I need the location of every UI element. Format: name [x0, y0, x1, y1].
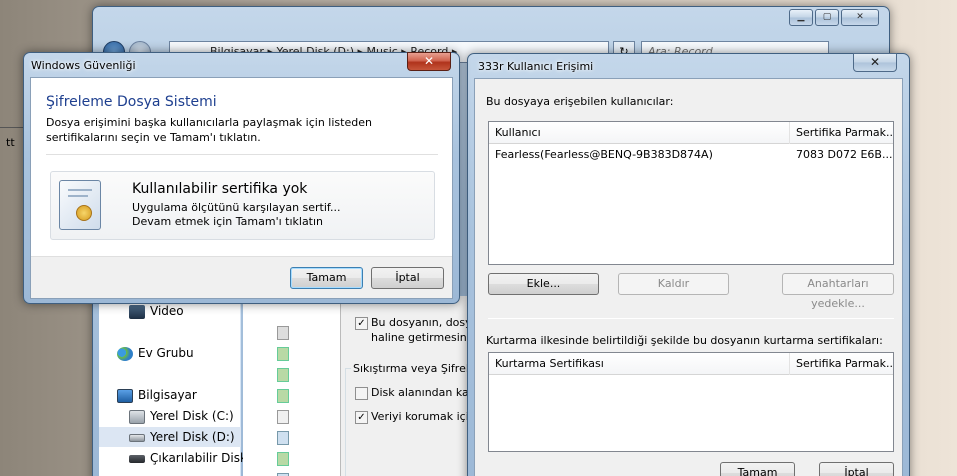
checkbox-checked-icon[interactable]: ✓	[355, 410, 368, 424]
security-close-button[interactable]: ✕	[407, 52, 451, 71]
nav-label: Bilgisayar	[138, 388, 197, 402]
nav-item-drive-d[interactable]: Yerel Disk (D:)	[99, 427, 241, 447]
checkbox-checked-icon[interactable]: ✓	[355, 316, 368, 330]
button-bar: Tamam İptal	[31, 256, 452, 298]
removable-drive-icon	[129, 454, 145, 463]
file-row[interactable]	[277, 326, 289, 340]
column-header-thumbprint[interactable]: Sertifika Parmak...	[790, 353, 894, 375]
file-row[interactable]	[277, 452, 289, 466]
separator	[488, 318, 894, 319]
nav-item-computer[interactable]: Bilgisayar	[117, 385, 197, 405]
certificate-icon	[59, 180, 101, 230]
thumbprint-cell: 7083 D072 E6B...	[796, 148, 893, 161]
access-cancel-button[interactable]: İptal	[819, 462, 894, 476]
access-dialog-title: 333r Kullanıcı Erişimi	[478, 60, 594, 73]
divider	[46, 154, 438, 155]
users-label: Bu dosyaya erişebilen kullanıcılar:	[486, 95, 674, 108]
column-header-thumbprint[interactable]: Sertifika Parmak...	[790, 122, 894, 144]
drive-icon	[129, 433, 145, 442]
certificate-title: Kullanılabilir sertifika yok	[132, 181, 308, 197]
recovery-label: Kurtarma ilkesinde belirtildiği şekilde …	[486, 334, 883, 347]
close-icon: ✕	[423, 54, 435, 68]
users-list-row[interactable]: Fearless(Fearless@BENQ-9B383D874A) 7083 …	[489, 146, 893, 164]
certificate-line1: Uygulama ölçütünü karşılayan sertif...	[132, 201, 341, 214]
video-icon	[129, 304, 145, 319]
nav-item-video[interactable]: Video	[129, 301, 184, 321]
file-row[interactable]	[277, 368, 289, 382]
users-list[interactable]: Kullanıcı Sertifika Parmak... Fearless(F…	[488, 121, 894, 265]
recovery-list-header: Kurtarma Sertifikası Sertifika Parmak...	[489, 353, 894, 375]
access-close-button[interactable]: ✕	[853, 53, 897, 72]
file-row[interactable]	[277, 389, 289, 403]
nav-item-removable[interactable]: Çıkarılabilir Disk (	[129, 448, 255, 468]
user-access-dialog: 333r Kullanıcı Erişimi ✕ Bu dosyaya eriş…	[467, 53, 910, 476]
attributes-dialog: ✓ Bu dosyanın, dosya e haline getirmesine…	[340, 296, 496, 476]
file-row[interactable]	[277, 410, 289, 424]
access-ok-button[interactable]: Tamam	[720, 462, 795, 476]
backup-keys-button[interactable]: Anahtarları yedekle...	[782, 273, 894, 310]
close-icon: ✕	[869, 55, 881, 69]
file-row[interactable]	[277, 431, 289, 445]
file-row[interactable]	[277, 347, 289, 361]
remove-button[interactable]: Kaldır	[618, 273, 729, 295]
checkbox-unchecked-icon[interactable]	[355, 386, 368, 400]
certificate-option[interactable]: Kullanılabilir sertifika yok Uygulama öl…	[50, 171, 435, 240]
minimize-button[interactable]: ▁	[789, 9, 813, 26]
column-header-user[interactable]: Kullanıcı	[489, 122, 789, 144]
homegroup-icon	[117, 346, 133, 361]
security-cancel-button[interactable]: İptal	[371, 267, 444, 289]
desktop-text: tt	[6, 136, 15, 149]
users-list-header: Kullanıcı Sertifika Parmak...	[489, 122, 894, 144]
security-description: Dosya erişimini başka kullanıcılarla pay…	[46, 116, 372, 144]
explorer-close-button[interactable]: ✕	[841, 9, 879, 26]
computer-icon	[117, 388, 133, 403]
nav-label: Yerel Disk (C:)	[150, 409, 234, 423]
column-header-recovery-cert[interactable]: Kurtarma Sertifikası	[489, 353, 789, 375]
nav-label: Çıkarılabilir Disk (	[150, 451, 256, 465]
windows-security-dialog: Windows Güvenliği ✕ Şifreleme Dosya Sist…	[23, 52, 460, 304]
nav-label: Video	[150, 304, 184, 318]
security-dialog-title: Windows Güvenliği	[31, 59, 136, 72]
security-heading: Şifreleme Dosya Sistemi	[46, 94, 217, 110]
nav-label: Ev Grubu	[138, 346, 194, 360]
user-cell: Fearless(Fearless@BENQ-9B383D874A)	[495, 148, 713, 161]
maximize-button[interactable]: ▢	[815, 9, 839, 26]
security-ok-button[interactable]: Tamam	[290, 267, 363, 289]
windows-drive-icon	[129, 409, 145, 424]
certificate-line2: Devam etmek için Tamam'ı tıklatın	[132, 215, 324, 228]
nav-item-homegroup[interactable]: Ev Grubu	[117, 343, 194, 363]
access-dialog-body: Bu dosyaya erişebilen kullanıcılar: Kull…	[474, 78, 903, 476]
recovery-list[interactable]: Kurtarma Sertifikası Sertifika Parmak...	[488, 352, 894, 452]
security-dialog-body: Şifreleme Dosya Sistemi Dosya erişimini …	[30, 77, 453, 299]
nav-label: Yerel Disk (D:)	[150, 430, 235, 444]
add-button[interactable]: Ekle...	[488, 273, 599, 295]
nav-item-drive-c[interactable]: Yerel Disk (C:)	[129, 406, 234, 426]
